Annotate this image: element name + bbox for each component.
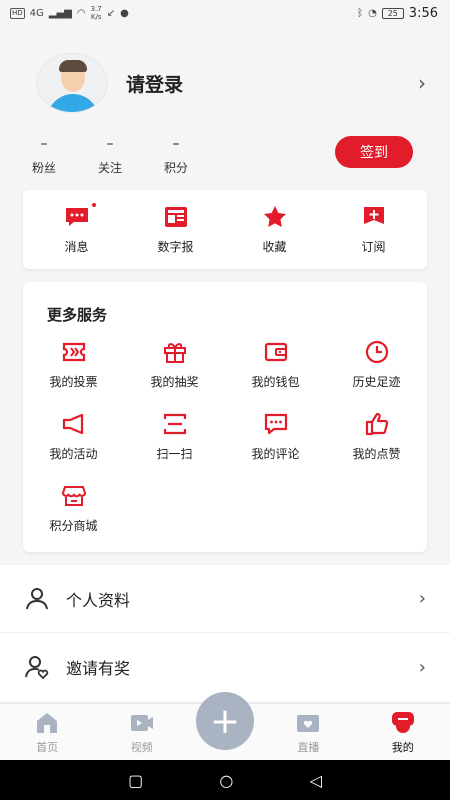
service-my-comments[interactable]: 我的评论 [225,411,326,483]
stat-value: – [106,136,114,152]
subscribe-icon [363,207,384,224]
battery-indicator: 25 [381,7,404,19]
invite-icon [25,656,49,680]
publish-plus-button[interactable]: + [195,692,254,750]
list-item-invite[interactable]: 邀请有奖 › [0,633,450,701]
chevron-right-icon: › [418,656,426,678]
chevron-right-icon[interactable]: › [418,71,426,95]
scan-icon [163,413,186,435]
nav-label: 视频 [130,741,153,754]
home-icon [37,713,58,733]
service-label: 扫一扫 [156,447,193,461]
missed-call-icon: ↙ [106,7,116,19]
login-prompt[interactable]: 请登录 [126,70,418,97]
newspaper-icon [164,207,187,227]
stat-following[interactable]: – 关注 [92,137,128,176]
quick-actions-card: 消息 数字报 收藏 订阅 [23,190,427,269]
nav-label: 首页 [36,741,59,754]
clock-icon [365,340,388,364]
service-label: 我的抽奖 [150,375,199,389]
nav-live[interactable]: 直播 [268,710,348,755]
service-my-wallet[interactable]: 我的钱包 [225,339,326,411]
signin-button[interactable]: 签到 [335,136,413,168]
gift-icon [163,343,186,363]
chat-notification-icon: ● [120,7,129,19]
wallet-icon [264,342,287,362]
user-stats: – 粉丝 – 关注 – 积分 [26,137,194,176]
services-title: 更多服务 [47,306,108,324]
avatar[interactable] [36,53,108,113]
recent-apps-icon[interactable]: ▢ [128,771,143,790]
service-points-mall[interactable]: 积分商城 [23,483,124,555]
unread-dot [90,202,97,208]
stat-label: 积分 [163,161,188,175]
service-my-votes[interactable]: 我的投票 [23,339,124,411]
nav-video[interactable]: 视频 [102,710,182,755]
quick-action-subscribe[interactable]: 订阅 [326,204,422,255]
live-icon [297,715,320,732]
stat-value: – [172,136,180,152]
service-label: 我的评论 [251,447,300,461]
network-speed: 3.7 K/s [90,5,102,21]
quick-action-label: 收藏 [262,240,287,254]
back-triangle-icon[interactable]: ◁ [310,771,322,790]
quick-action-digital-paper[interactable]: 数字报 [128,204,224,255]
service-my-activities[interactable]: 我的活动 [23,411,124,483]
service-my-likes[interactable]: 我的点赞 [326,411,427,483]
comment-icon [264,413,287,435]
signal-4g-label: 4G [29,7,44,19]
home-circle-icon[interactable]: ○ [219,771,233,790]
video-icon [130,715,153,731]
quick-action-favorites[interactable]: 收藏 [227,204,323,255]
service-label: 积分商城 [49,519,98,533]
service-my-lottery[interactable]: 我的抽奖 [124,339,225,411]
nav-label: 直播 [297,741,320,754]
bottom-nav: 首页 视频 + 直播 我的 [0,692,450,760]
service-label: 历史足迹 [352,375,401,389]
service-label: 我的点赞 [352,447,401,461]
hd-badge: HD [10,7,25,19]
quick-action-label: 订阅 [361,240,386,254]
ticket-icon [62,342,85,362]
quick-action-messages[interactable]: 消息 [29,202,125,255]
bluetooth-icon: ᛒ [357,7,364,19]
stat-label: 粉丝 [31,161,56,175]
list-item-profile[interactable]: 个人资料 › [0,565,450,633]
stat-value: – [40,136,48,152]
message-icon [65,208,88,226]
mine-icon [391,712,414,733]
stat-fans[interactable]: – 粉丝 [26,137,62,176]
star-icon [263,206,286,227]
thumbs-up-icon [365,412,388,436]
profile-header[interactable]: 请登录 › [36,48,426,118]
service-label: 我的活动 [49,447,98,461]
list-item-label: 个人资料 [66,590,131,610]
nav-home[interactable]: 首页 [7,710,87,755]
store-icon [61,486,86,506]
system-nav-bar: ▢ ○ ◁ [0,760,450,800]
signal-icon: ▂▄▆ [48,7,72,19]
service-label: 我的钱包 [251,375,300,389]
quick-action-label: 数字报 [157,240,194,254]
nav-mine[interactable]: 我的 [363,710,443,755]
service-label: 我的投票 [49,375,98,389]
person-icon [26,587,48,609]
more-services-card: 更多服务 我的投票 我的抽奖 我的钱包 历史足迹 我的活动 扫一扫 我的评论 我… [23,282,427,552]
service-scan[interactable]: 扫一扫 [124,411,225,483]
list-item-label: 邀请有奖 [66,659,131,678]
stat-points[interactable]: – 积分 [158,137,194,176]
speedometer-icon: ◔ [368,7,377,19]
megaphone-icon [62,413,83,435]
chevron-right-icon: › [418,588,426,609]
service-history[interactable]: 历史足迹 [326,339,427,411]
quick-action-label: 消息 [64,240,89,254]
settings-list: 个人资料 › 邀请有奖 › [0,565,450,701]
status-time: 3:56 [408,5,438,21]
nav-label: 我的 [391,741,414,754]
status-bar: HD 4G ▂▄▆ ◠ 3.7 K/s ↙ ● ᛒ ◔ 25 3:56 [0,0,450,26]
wifi-icon: ◠ [76,7,86,19]
stat-label: 关注 [97,161,122,175]
